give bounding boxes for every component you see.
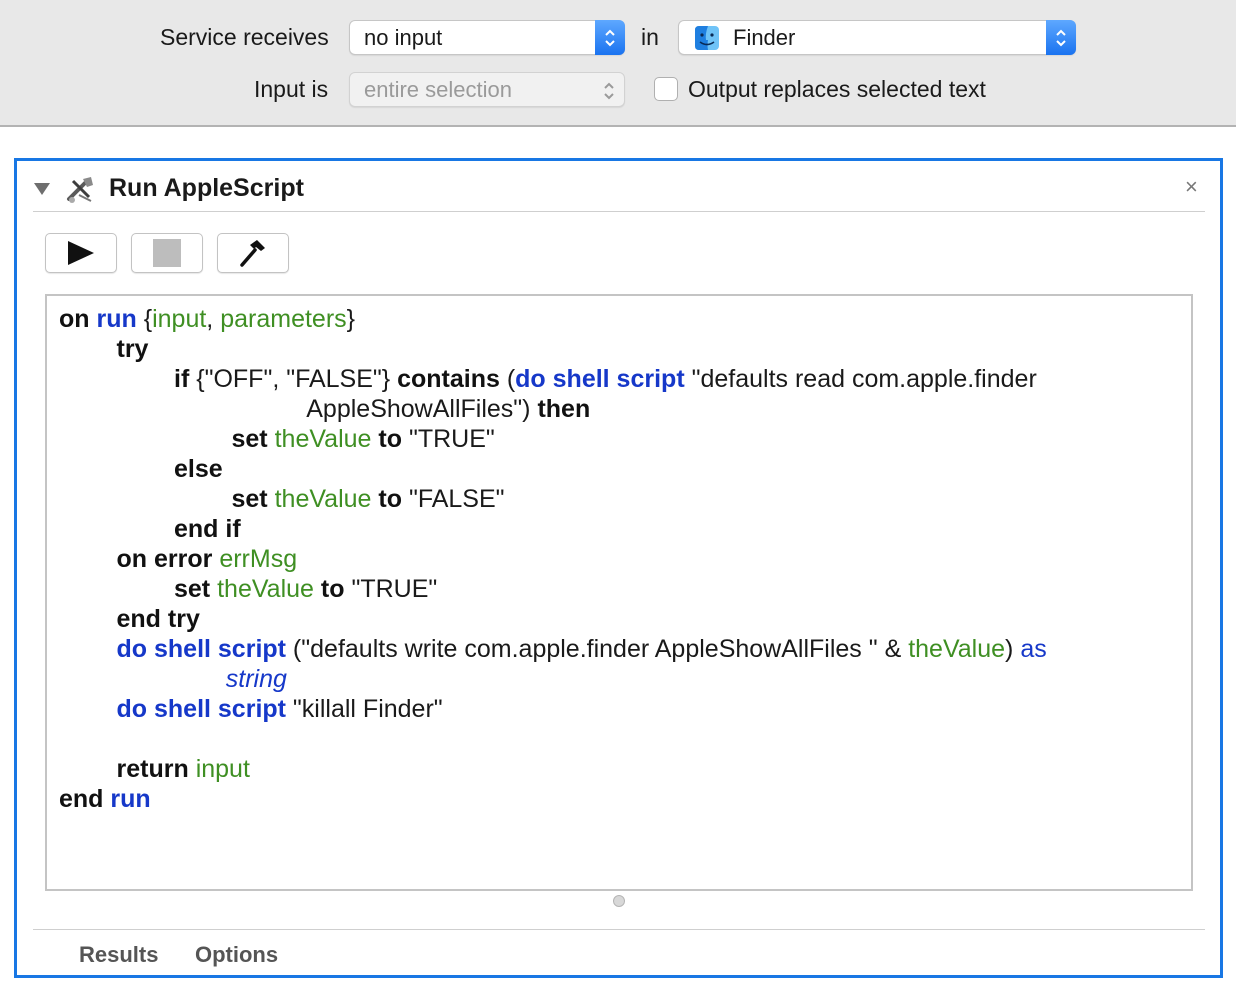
script-line: return input (59, 754, 1047, 784)
script-token-kw: if (174, 365, 190, 393)
script-token: {"OFF", "FALSE"} (189, 365, 398, 393)
script-token (268, 485, 275, 513)
run-button[interactable] (45, 233, 117, 273)
script-token-cmd: do shell script (515, 365, 685, 393)
script-token-kw: end (59, 785, 104, 813)
script-line: AppleShowAllFiles") then (59, 394, 1047, 424)
script-token-kw: end if (174, 515, 241, 543)
stop-button[interactable] (131, 233, 203, 273)
script-token-kw: end try (116, 605, 200, 633)
script-line: end if (59, 514, 1047, 544)
script-line: try (59, 334, 1047, 364)
script-token-var: theValue (217, 575, 314, 603)
script-token-kw: contains (397, 365, 500, 393)
run-applescript-action: Run AppleScript × on run {input, paramet… (14, 158, 1223, 978)
disclosure-triangle-icon[interactable] (33, 182, 51, 201)
action-title: Run AppleScript (109, 174, 304, 202)
script-token-kw: set (231, 485, 268, 513)
resize-handle[interactable] (613, 895, 625, 907)
script-token: AppleShowAllFiles") (306, 395, 538, 423)
script-token (268, 425, 275, 453)
header-divider (33, 211, 1205, 212)
script-editor[interactable]: on run {input, parameters} try if {"OFF", … (45, 294, 1193, 891)
script-token-kw: try (116, 335, 149, 363)
script-token: ( (499, 365, 516, 393)
script-token-kw: return (116, 755, 189, 783)
script-token-kw: set (231, 425, 268, 453)
script-token: , (206, 305, 221, 333)
script-token: "defaults read com.apple.finder (684, 365, 1037, 393)
script-token-kw: to (378, 425, 402, 453)
script-token: "killall Finder" (285, 695, 443, 723)
close-icon[interactable]: × (1185, 175, 1198, 199)
script-token-kw: on error (116, 545, 213, 573)
script-token-cmd: run (110, 785, 151, 813)
script-token (314, 575, 321, 603)
script-token-cmd: run (96, 305, 137, 333)
script-line: end try (59, 604, 1047, 634)
tab-results[interactable]: Results (79, 941, 158, 969)
script-line: do shell script "killall Finder" (59, 694, 1047, 724)
script-line (59, 724, 1047, 754)
script-tools-icon (65, 173, 97, 210)
script-line: else (59, 454, 1047, 484)
script-token-var: theValue (908, 635, 1006, 663)
script-token-var: theValue (274, 485, 372, 513)
finder-icon (695, 26, 719, 59)
output-replaces-label: Output replaces selected text (688, 76, 986, 102)
script-token-var: input (195, 755, 250, 783)
input-is-value: entire selection (364, 77, 512, 102)
popup-stepper-icon (1046, 20, 1076, 55)
script-token-kw: to (320, 575, 345, 603)
script-token-term: as (1020, 635, 1047, 663)
service-settings-bar: Service receives no input in Finder Inpu… (0, 0, 1236, 127)
in-label: in (641, 24, 659, 50)
compile-button[interactable] (217, 233, 289, 273)
script-token: "TRUE" (344, 575, 438, 603)
application-popup[interactable]: Finder (678, 20, 1076, 55)
script-line: do shell script ("defaults write com.app… (59, 634, 1047, 664)
script-token: "FALSE" (402, 485, 505, 513)
tab-options[interactable]: Options (195, 941, 278, 969)
script-token-ital: string (225, 665, 287, 693)
script-token (90, 305, 97, 333)
script-token: ("defaults write com.apple.finder AppleS… (285, 635, 909, 663)
script-token-var: parameters (220, 305, 347, 333)
service-receives-popup[interactable]: no input (349, 20, 625, 55)
script-token (189, 755, 196, 783)
script-token-cmd: do shell script (116, 695, 286, 723)
script-token-var: errMsg (219, 545, 298, 573)
script-line: string (59, 664, 1047, 694)
script-line: on error errMsg (59, 544, 1047, 574)
service-receives-value: no input (364, 25, 443, 50)
input-is-label: Input is (254, 76, 329, 102)
script-token-var: theValue (274, 425, 372, 453)
script-token: } (346, 305, 356, 333)
application-value: Finder (733, 25, 796, 50)
script-token: { (136, 305, 153, 333)
script-token: "TRUE" (402, 425, 495, 453)
script-token-cmd: do shell script (116, 635, 286, 663)
script-line: if {"OFF", "FALSE"} contains (do shell s… (59, 364, 1047, 394)
script-line: set theValue to "TRUE" (59, 574, 1047, 604)
script-token-kw: then (537, 395, 591, 423)
service-receives-label: Service receives (160, 24, 329, 50)
script-code[interactable]: on run {input, parameters} try if {"OFF", … (59, 304, 1047, 814)
script-token-kw: on (59, 305, 90, 333)
script-token: ) (1005, 635, 1021, 663)
script-token-kw: else (174, 455, 223, 483)
popup-stepper-icon (595, 20, 625, 55)
script-token-var: input (152, 305, 207, 333)
script-token-kw: set (174, 575, 211, 603)
script-token-kw: to (378, 485, 402, 513)
input-is-popup[interactable]: entire selection (349, 72, 625, 107)
script-line: set theValue to "TRUE" (59, 424, 1047, 454)
script-line: end run (59, 784, 1047, 814)
script-line: set theValue to "FALSE" (59, 484, 1047, 514)
output-replaces-checkbox[interactable] (654, 77, 678, 101)
footer-divider (33, 929, 1205, 930)
script-line: on run {input, parameters} (59, 304, 1047, 334)
popup-stepper-icon (594, 73, 624, 106)
